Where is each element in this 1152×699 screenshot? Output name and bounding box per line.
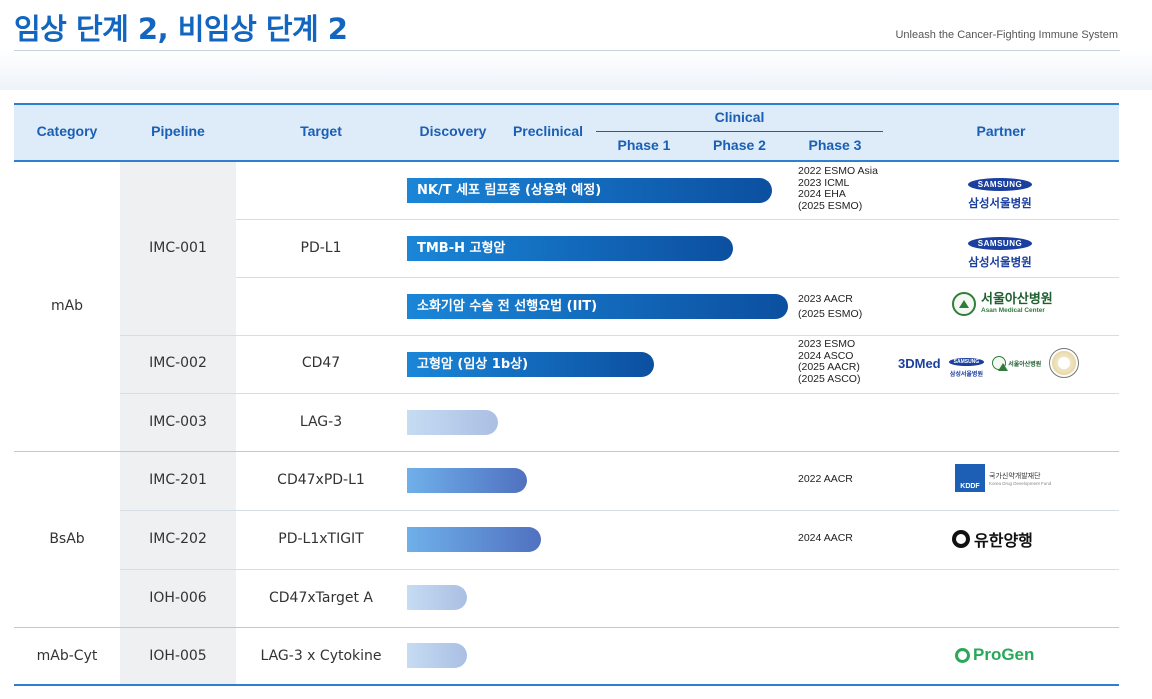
- col-target: Target: [300, 123, 342, 139]
- progen-name: ProGen: [973, 645, 1035, 664]
- progress-bar-nkt-lymphoma: NK/T 세포 림프종 (상용화 예정): [407, 178, 772, 203]
- note-line: 2024 EHA: [798, 188, 846, 200]
- target-cd47xpd-l1: CD47xPD-L1: [277, 472, 365, 488]
- note-line: (2025 AACR): [798, 361, 860, 373]
- col-preclinical: Preclinical: [512, 123, 584, 139]
- target-lag-3: LAG-3: [299, 414, 343, 430]
- asan-name-en: Asan Medical Center: [981, 307, 1045, 314]
- pipeline-imc-002: IMC-002: [149, 355, 207, 371]
- pipeline-ioh-005: IOH-005: [149, 648, 207, 664]
- round-seal-icon: [1049, 348, 1080, 378]
- header-divider: [14, 50, 1120, 51]
- category-bsab: BsAb: [49, 531, 85, 547]
- partner-progen: ProGen: [955, 645, 1055, 665]
- progress-bar-imc-202: [407, 527, 541, 552]
- group-divider: [14, 451, 1119, 452]
- samsung-mini-logo: SAMSUNG 삼성서울병원: [948, 348, 985, 378]
- 3dmed-logo: 3DMed: [898, 355, 941, 371]
- asan-mini-logo: 서울아산병원: [992, 356, 1042, 371]
- progress-bar-imc-003: [407, 410, 498, 435]
- page-title: 임상 단계 2, 비임상 단계 2: [14, 12, 348, 46]
- partner-samsung-1: SAMSUNG 삼성서울병원: [960, 172, 1040, 211]
- progress-bar-imc-201: [407, 468, 527, 493]
- progress-bar-ioh-006: [407, 585, 467, 610]
- row-divider: [120, 569, 1119, 570]
- partner-samsung-2: SAMSUNG 삼성서울병원: [960, 231, 1040, 270]
- row-divider: [120, 335, 1119, 336]
- target-pd-l1: PD-L1: [300, 240, 342, 256]
- progress-bar-tmb-h: TMB-H 고형암: [407, 236, 733, 261]
- progen-ring-icon: [955, 647, 970, 663]
- samsung-mini-name: 삼성서울병원: [949, 371, 983, 378]
- note-line: (2025 ESMO): [798, 308, 863, 320]
- pipeline-ioh-006: IOH-006: [149, 590, 207, 606]
- pipeline-imc-003: IMC-003: [149, 414, 207, 430]
- col-category: Category: [36, 123, 98, 139]
- kddf-name-ko: 국가신약개발재단: [989, 471, 1041, 480]
- notes-imc-201: 2022 AACR: [798, 473, 853, 485]
- row-divider: [120, 510, 1119, 511]
- note-line: (2025 ESMO): [798, 199, 863, 212]
- partner-kddf: KDDF 국가신약개발재단 Korea Drug Development Fun…: [955, 464, 1055, 492]
- progress-bar-ioh-005: [407, 643, 467, 668]
- kddf-logo: KDDF: [955, 464, 985, 492]
- note-line: (2025 ASCO): [798, 372, 861, 385]
- row-divider: [120, 393, 1119, 394]
- category-mab: mAb: [50, 298, 84, 314]
- col-clinical: Clinical: [714, 109, 765, 125]
- note-line: 2022 ESMO Asia: [798, 165, 878, 177]
- group-divider: [14, 627, 1119, 628]
- progress-bar-solid-tumor: 고형암 (임상 1b상): [407, 352, 654, 377]
- col-phase2: Phase 2: [713, 137, 766, 153]
- asan-seal-icon: [952, 292, 976, 316]
- col-pipeline: Pipeline: [151, 123, 205, 139]
- note-line: 2023 AACR: [798, 293, 853, 305]
- page-subtitle: Unleash the Cancer-Fighting Immune Syste…: [895, 29, 1118, 41]
- samsung-logo: SAMSUNG: [967, 178, 1033, 191]
- col-phase3: Phase 3: [808, 137, 862, 153]
- asan-mini-name: 서울아산병원: [1008, 360, 1042, 368]
- partner-yuhan: 유한양행: [952, 527, 1052, 551]
- col-partner: Partner: [976, 123, 1026, 139]
- samsung-logo: SAMSUNG: [967, 237, 1033, 250]
- asan-mini-seal-icon: [992, 356, 1009, 371]
- partner-imc-002-group: 3DMed SAMSUNG 삼성서울병원 서울아산병원: [898, 348, 1103, 378]
- notes-imc-002: 2023 ESMO 2024 ASCO (2025 AACR) (2025 AS…: [798, 338, 861, 385]
- asan-name-ko: 서울아산병원: [981, 292, 1053, 307]
- target-cd47xtarget-a: CD47xTarget A: [269, 590, 373, 606]
- pipeline-imc-201: IMC-201: [149, 472, 207, 488]
- notes-imc-001-gi: 2023 AACR (2025 ESMO): [798, 292, 862, 322]
- samsung-hospital-name: 삼성서울병원: [968, 196, 1032, 210]
- yuhan-seal-icon: [952, 530, 970, 548]
- pipeline-imc-202: IMC-202: [149, 531, 207, 547]
- samsung-hospital-name: 삼성서울병원: [968, 255, 1032, 269]
- pipeline-imc-001: IMC-001: [149, 240, 207, 256]
- clinical-divider: [596, 131, 883, 132]
- samsung-mini-pill: SAMSUNG: [948, 358, 985, 366]
- progress-bar-gi-cancer-iit: 소화기암 수술 전 선행요법 (IIT): [407, 294, 788, 319]
- col-phase1: Phase 1: [617, 137, 671, 153]
- col-discovery: Discovery: [419, 123, 487, 139]
- row-divider: [236, 219, 1119, 220]
- target-lag-3-x-cytokine: LAG-3 x Cytokine: [260, 648, 382, 664]
- category-mab-cyt: mAb-Cyt: [36, 648, 98, 664]
- notes-imc-202: 2024 AACR: [798, 532, 853, 544]
- kddf-name-en: Korea Drug Development Fund: [989, 480, 1052, 486]
- table-bottom-border: [14, 684, 1119, 686]
- target-pd-l1xtigit: PD-L1xTIGIT: [278, 531, 364, 547]
- partner-asan: 서울아산병원 Asan Medical Center: [952, 292, 1062, 316]
- note-line: 2023 ESMO: [798, 338, 856, 350]
- notes-imc-001-nkt: 2022 ESMO Asia 2023 ICML 2024 EHA (2025 …: [798, 165, 878, 212]
- yuhan-name: 유한양행: [974, 531, 1033, 550]
- target-cd47: CD47: [301, 355, 341, 371]
- row-divider: [236, 277, 1119, 278]
